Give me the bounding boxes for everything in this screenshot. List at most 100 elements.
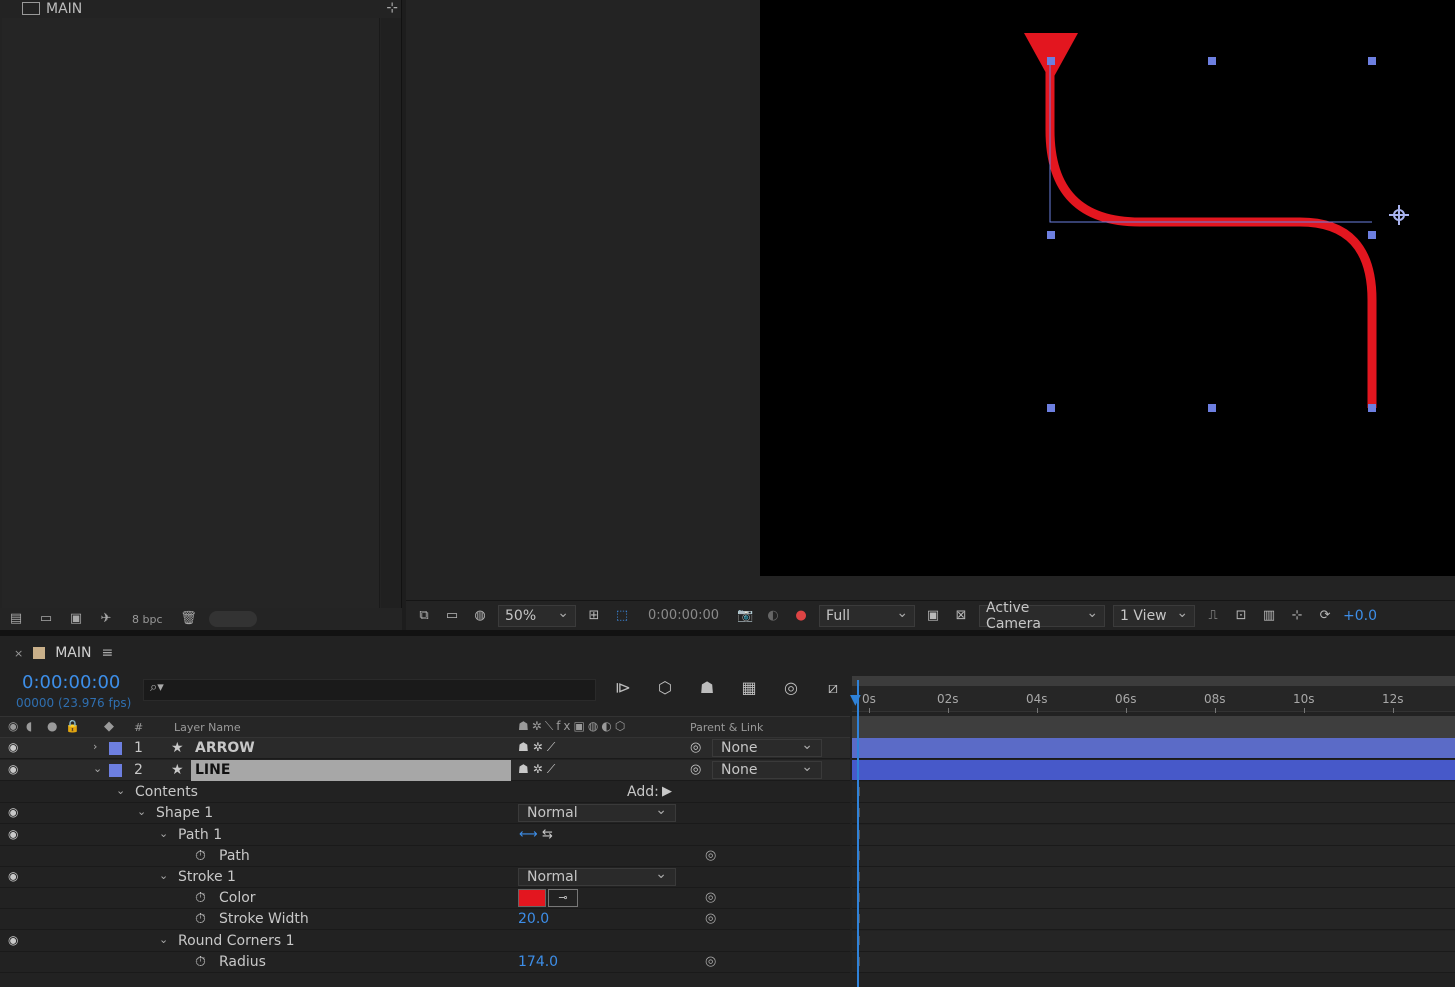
layer-name[interactable]: LINE	[191, 760, 511, 781]
timeline-tab[interactable]: × MAIN ≡	[0, 636, 1455, 670]
layer-name[interactable]: ARROW	[195, 740, 255, 756]
audio-switch-icon[interactable]: ◖	[26, 719, 32, 733]
fast-preview-icon[interactable]: ▣	[923, 608, 943, 623]
prop-path[interactable]: ⏱ Path ◎	[0, 846, 850, 867]
show-snapshot-icon[interactable]: ◐	[763, 608, 783, 623]
resolution-dropdown[interactable]: Full	[819, 604, 916, 627]
expression-icon[interactable]: ◎	[705, 954, 716, 969]
prop-round-corners-1[interactable]: ◉ ⌄ Round Corners 1	[0, 931, 850, 952]
prop-color[interactable]: ⏱ Color ⊸ ◎	[0, 888, 850, 909]
project-scrollbar[interactable]	[381, 18, 401, 608]
prop-contents[interactable]: ⌄ Contents Add: ▶	[0, 782, 850, 803]
exposure-value[interactable]: +0.0	[1343, 608, 1377, 624]
stopwatch-icon[interactable]: ⏱	[195, 911, 206, 927]
transparency-grid-icon[interactable]: ⊠	[951, 608, 971, 623]
zoom-dropdown[interactable]: 50%	[498, 604, 576, 627]
camera-dropdown[interactable]: Active Camera	[979, 600, 1106, 632]
view-layout-dropdown[interactable]: 1 View	[1113, 604, 1196, 627]
pick-whip-icon[interactable]: ◎	[690, 762, 701, 777]
anchor-point-icon[interactable]	[1389, 205, 1409, 225]
chevron-down-icon[interactable]: ⌄	[93, 762, 102, 775]
radius-value[interactable]: 174.0	[518, 954, 558, 970]
reset-exposure-icon[interactable]: ⟳	[1315, 608, 1335, 623]
label-tag-icon[interactable]: ◆	[104, 719, 114, 734]
reverse-path-icon[interactable]: ⇆	[542, 827, 553, 842]
frame-blending-icon[interactable]: ▦	[738, 678, 760, 698]
fast-previews-icon[interactable]: ⊡	[1231, 608, 1251, 623]
layer-bar-line[interactable]	[852, 760, 1455, 781]
eye-icon[interactable]: ◉	[8, 933, 18, 947]
pick-whip-icon[interactable]: ◎	[690, 740, 701, 755]
composition-canvas[interactable]	[760, 0, 1455, 576]
monitor-icon[interactable]: ▭	[442, 608, 462, 623]
parent-dropdown[interactable]: None	[712, 739, 822, 757]
handle-bottom-center[interactable]	[1208, 404, 1216, 412]
shy-layers-icon[interactable]: ☗	[696, 678, 718, 698]
time-ruler[interactable]: 0s 02s 04s 06s 08s 10s 12s	[852, 686, 1455, 713]
flowchart-view-icon[interactable]: ⊹	[1287, 608, 1307, 623]
new-folder-icon[interactable]: ▭	[36, 612, 56, 626]
handle-top-center[interactable]	[1208, 57, 1216, 65]
chevron-down-icon[interactable]: ⌄	[116, 784, 125, 797]
lock-switch-icon[interactable]: 🔒	[65, 719, 80, 733]
playhead[interactable]	[857, 680, 859, 987]
chevron-down-icon[interactable]: ⌄	[159, 827, 168, 840]
chevron-down-icon[interactable]: ⌄	[159, 933, 168, 946]
eye-icon[interactable]: ◉	[8, 762, 18, 776]
prop-stroke-width[interactable]: ⏱ Stroke Width 20.0 ◎	[0, 909, 850, 930]
add-play-icon[interactable]: ▶	[662, 784, 672, 799]
eye-icon[interactable]: ◉	[8, 805, 18, 819]
close-icon[interactable]: ×	[14, 647, 23, 660]
playhead-handle-icon[interactable]: ▼	[850, 692, 866, 708]
bit-depth-button[interactable]: 8 bpc	[126, 613, 169, 626]
layer-switches[interactable]: ☗✲⟋	[518, 762, 559, 777]
handle-top-left[interactable]	[1047, 57, 1055, 65]
composition-mini-flowchart-icon[interactable]: ⧐	[612, 678, 634, 698]
stopwatch-icon[interactable]: ⏱	[195, 848, 206, 864]
eyedropper-icon[interactable]: ⊸	[548, 889, 578, 907]
parent-dropdown[interactable]: None	[712, 761, 822, 779]
motion-blur-icon[interactable]: ◎	[780, 678, 802, 698]
prop-shape-1[interactable]: ◉ ⌄ Shape 1 Normal	[0, 803, 850, 824]
layer-switches[interactable]: ☗✲⟋	[518, 740, 559, 755]
prop-path-1[interactable]: ◉ ⌄ Path 1 ⟷ ⇆	[0, 825, 850, 846]
layer-bar-arrow[interactable]	[852, 738, 1455, 759]
prop-radius[interactable]: ⏱ Radius 174.0 ◎	[0, 952, 850, 973]
blend-mode-dropdown[interactable]: Normal	[518, 804, 676, 822]
chevron-down-icon[interactable]: ⌄	[159, 869, 168, 882]
viewer-current-time[interactable]: 0:00:00:00	[640, 608, 727, 623]
eye-icon[interactable]: ◉	[8, 827, 18, 841]
snapshot-camera-icon[interactable]: 📷	[735, 608, 755, 623]
handle-mid-right[interactable]	[1368, 231, 1376, 239]
mask-icon[interactable]: ◍	[470, 608, 490, 623]
layer-switches-icons[interactable]: ☗✲⟍fx▣◍◐⬡	[518, 719, 628, 734]
chevron-down-icon[interactable]: ⌄	[137, 805, 146, 818]
stroke-width-value[interactable]: 20.0	[518, 911, 549, 927]
thumbnail-size-slider[interactable]	[208, 611, 257, 627]
draft-3d-icon[interactable]: ⬡	[654, 678, 676, 698]
panel-menu-icon[interactable]: ≡	[101, 645, 113, 661]
eye-icon[interactable]: ◉	[8, 869, 18, 883]
solo-switch-icon[interactable]: ●	[47, 719, 57, 733]
project-item-list[interactable]	[2, 18, 380, 608]
label-color-swatch[interactable]	[109, 742, 122, 755]
color-swatch[interactable]	[518, 889, 546, 907]
fit-icon[interactable]: ⊞	[584, 608, 604, 623]
expression-icon[interactable]: ◎	[705, 848, 716, 863]
trash-icon[interactable]: 🗑	[179, 612, 199, 626]
interpret-footage-icon[interactable]: ▤	[6, 612, 26, 626]
channels-icon[interactable]: ●	[791, 608, 811, 623]
expression-icon[interactable]: ◎	[705, 890, 716, 905]
always-preview-icon[interactable]: ⧉	[414, 608, 434, 623]
new-composition-icon[interactable]: ▣	[66, 612, 86, 626]
timeline-icon[interactable]: ▥	[1259, 608, 1279, 623]
chevron-right-icon[interactable]: ›	[93, 740, 97, 753]
video-switch-icon[interactable]: ◉	[8, 719, 18, 733]
layer-row-arrow[interactable]: ◉ › 1 ★ ARROW ☗✲⟋ ◎ None	[0, 738, 850, 759]
timeline-current-time[interactable]: 0:00:00:00	[22, 672, 120, 693]
expression-icon[interactable]: ◎	[705, 911, 716, 926]
label-color-swatch[interactable]	[109, 764, 122, 777]
eye-icon[interactable]: ◉	[8, 740, 18, 754]
layer-search-input[interactable]: ⌕▾	[143, 679, 596, 701]
line-shape[interactable]	[1045, 62, 1377, 408]
